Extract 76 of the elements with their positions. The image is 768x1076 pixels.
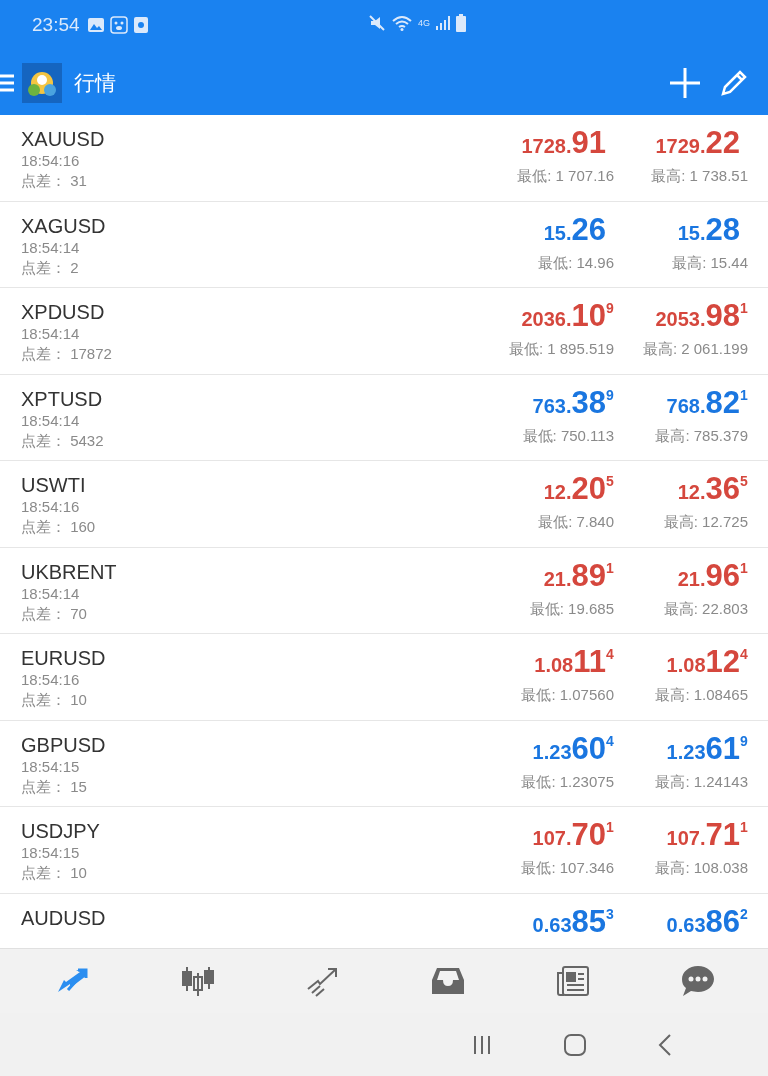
high-price: 最高: 1.24143 [655, 772, 748, 792]
app-notification-icon [133, 17, 148, 33]
chat-bubble-icon [680, 965, 715, 997]
price: 15.26 [543, 212, 607, 249]
symbol-name[interactable]: USWTI [21, 473, 480, 497]
high-price: 最高: 2 061.199 [642, 340, 748, 359]
wifi-icon [392, 15, 412, 31]
symbol-name[interactable]: EURUSD [21, 646, 480, 670]
low-price: 最低: 107.346 [521, 859, 614, 878]
app-logo-icon [22, 62, 62, 103]
home-button[interactable] [564, 1033, 586, 1056]
low-price: 最低: 1 895.519 [508, 340, 614, 359]
quote-time: 18:54:15 [21, 843, 81, 863]
spread-text: 点差： 10 [21, 690, 88, 710]
candlestick-icon [180, 965, 215, 997]
high-price: 最高: 785.379 [655, 426, 748, 446]
spread-text: 点差： 70 [21, 603, 88, 624]
low-price: 最低: 19.685 [529, 599, 614, 619]
quote-time: 18:54:16 [21, 151, 81, 171]
spread-text: 点差： 31 [21, 171, 88, 191]
battery-icon [456, 14, 466, 32]
spread-text: 点差： 15 [21, 776, 88, 797]
high-price: 最高: 22.803 [663, 599, 748, 619]
plus-icon [670, 67, 700, 98]
high-price: 最高: 108.038 [655, 859, 748, 878]
spread-text: 点差： 5432 [21, 430, 105, 451]
symbol-name[interactable]: XPTUSD [21, 386, 480, 411]
status-time: 23:54 [32, 14, 80, 36]
low-price: 最低: 1.07560 [521, 686, 614, 705]
low-price: 最低: 14.96 [538, 253, 614, 273]
newspaper-icon [555, 965, 590, 997]
high-price: 最高: 1.08465 [655, 686, 748, 705]
high-price: 最高: 12.725 [663, 513, 748, 532]
low-price: 最低: 1 707.16 [517, 167, 614, 186]
mute-icon [368, 14, 386, 32]
edit-button[interactable] [720, 68, 748, 97]
price: 1728.91 [521, 126, 607, 162]
symbol-name[interactable]: XPDUSD [21, 300, 480, 324]
spread-text: 点差： 17872 [21, 344, 113, 364]
add-button[interactable] [670, 67, 700, 98]
quote-time: 18:54:14 [21, 583, 81, 604]
spread-text: 点差： 2 [21, 257, 80, 278]
quote-time: 18:54:14 [21, 324, 81, 344]
pencil-icon [720, 68, 748, 97]
high-price: 最高: 15.44 [672, 253, 748, 273]
quote-time: 18:54:16 [21, 670, 81, 690]
signal-icon [436, 16, 450, 30]
spread-text: 点差： 10 [21, 863, 88, 883]
back-button[interactable] [658, 1033, 672, 1056]
back-icon [658, 1033, 672, 1056]
quote-time: 18:54:14 [21, 410, 81, 431]
quote-time: 18:54:14 [21, 237, 81, 258]
low-price: 最低: 750.113 [522, 426, 614, 446]
symbol-name[interactable]: USDJPY [21, 819, 480, 843]
symbol-name[interactable]: GBPUSD [21, 732, 480, 757]
recent-apps-icon [472, 1034, 492, 1055]
symbol-name[interactable]: XAUUSD [21, 127, 480, 151]
high-price: 最高: 1 738.51 [651, 167, 748, 186]
network-type: 4G [418, 18, 430, 28]
symbol-name[interactable]: XAGUSD [21, 213, 480, 238]
menu-icon[interactable] [0, 73, 14, 92]
screen-title: 行情 [74, 69, 117, 96]
price: 15.28 [677, 212, 741, 249]
trend-lines-icon [305, 965, 340, 997]
home-icon [564, 1033, 586, 1056]
symbol-name[interactable]: AUDUSD [21, 905, 480, 930]
low-price: 最低: 7.840 [538, 513, 614, 532]
low-price: 最低: 1.23075 [521, 772, 614, 792]
quote-time: 18:54:15 [21, 756, 81, 777]
symbol-name[interactable]: UKBRENT [21, 559, 480, 584]
price: 1729.22 [655, 126, 741, 162]
image-icon [87, 18, 104, 32]
inbox-icon [430, 966, 465, 996]
quote-time: 18:54:16 [21, 497, 81, 517]
recent-apps-button[interactable] [472, 1034, 492, 1055]
spread-text: 点差： 160 [21, 517, 97, 537]
